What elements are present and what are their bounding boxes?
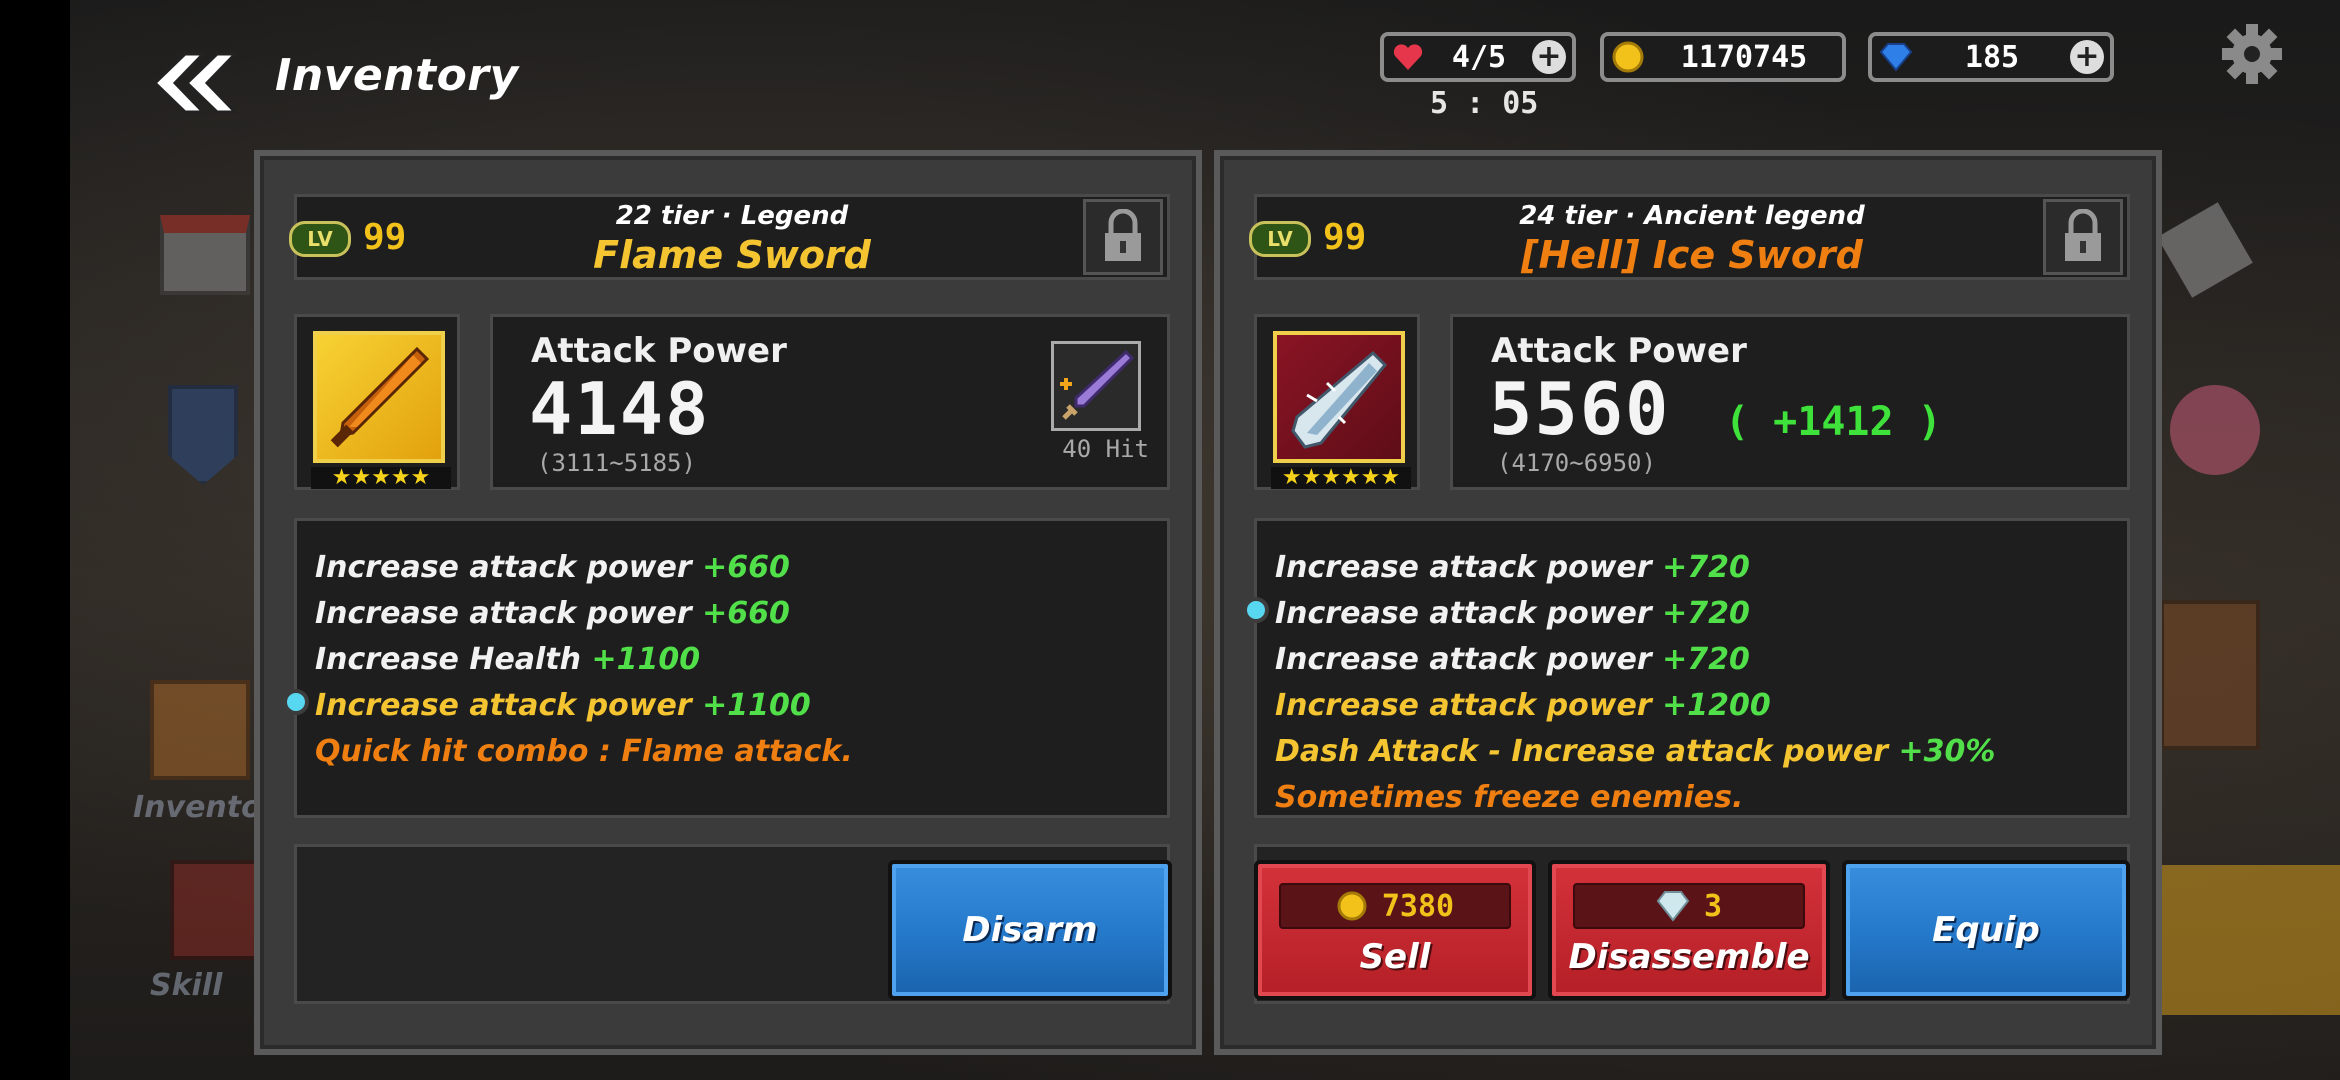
equipped-item-panel: LV 99 22 tier · Legend Flame Sword ★★★★★… (254, 150, 1202, 1055)
item-options: Increase attack power +660 Increase atta… (283, 518, 1170, 818)
item-name: [Hell] Ice Sword (1521, 233, 1863, 277)
sell-price: 7380 (1279, 883, 1511, 929)
attack-range: (4170~6950) (1497, 449, 1656, 477)
option-marker-icon (1243, 597, 1269, 623)
calendar-icon (160, 215, 250, 295)
item-tier: 24 tier · Ancient legend (1519, 201, 1865, 231)
option-line: Sometimes freeze enemies. (1275, 780, 1744, 815)
option-line: Increase attack power +720 (1275, 642, 1750, 677)
sword-skill-icon (1051, 341, 1141, 431)
option-line: Increase attack power +660 (315, 596, 790, 631)
gems-value: 185 (1964, 39, 2020, 75)
hearts-value: 4/5 (1451, 39, 1507, 75)
option-line: Increase attack power +1100 (315, 688, 811, 723)
gold-value: 1170745 (1680, 39, 1808, 75)
equip-button[interactable]: Equip (1842, 860, 2130, 1000)
add-hearts-button[interactable]: + (1532, 40, 1566, 74)
option-line: Increase attack power +720 (1275, 550, 1750, 585)
item-options: Increase attack power +720 Increase atta… (1243, 518, 2130, 818)
ice-sword-icon (1273, 331, 1405, 463)
lock-icon (1105, 209, 1141, 261)
option-line: Increase attack power +1200 (1275, 688, 1771, 723)
character-portrait (2170, 385, 2260, 475)
sell-price-value: 7380 (1381, 888, 1455, 924)
crystal-icon (1656, 891, 1690, 922)
item-icon-frame: ★★★★★★ (1254, 314, 1420, 490)
page-title: Inventory (275, 50, 519, 101)
lock-button[interactable] (1083, 199, 1163, 275)
compare-item-panel: LV 99 24 tier · Ancient legend [Hell] Ic… (1214, 150, 2162, 1055)
option-line: Quick hit combo : Flame attack. (315, 734, 853, 769)
equip-label: Equip (1932, 910, 2040, 950)
attack-stats: Attack Power 4148 (3111~5185) 40 Hit (490, 314, 1170, 490)
hearts-counter: 4/5 + (1380, 32, 1576, 82)
shop-chest-icon (2160, 600, 2260, 750)
lock-icon (2065, 209, 2101, 261)
attack-value: 5560 (1489, 367, 1671, 451)
chest-icon (150, 680, 250, 780)
heart-refill-timer: 5 : 05 (1430, 86, 1539, 121)
item-icon-frame: ★★★★★ (294, 314, 460, 490)
option-line: Increase Health +1100 (315, 642, 701, 677)
inventory-tab-label: Invento (133, 790, 262, 825)
option-marker-icon (283, 689, 309, 715)
option-line: Increase attack power +660 (315, 550, 790, 585)
item-stars: ★★★★★★ (1271, 467, 1411, 489)
attack-difference: ( +1412 ) (1725, 399, 1942, 445)
item-stars: ★★★★★ (311, 467, 451, 489)
lock-button[interactable] (2043, 199, 2123, 275)
add-gems-button[interactable]: + (2070, 40, 2104, 74)
item-tier: 22 tier · Legend (615, 201, 849, 231)
disassemble-button[interactable]: 3 Disassemble (1548, 860, 1830, 1000)
attack-label: Attack Power (531, 331, 787, 371)
disarm-button[interactable]: Disarm (888, 860, 1172, 1000)
sell-label: Sell (1359, 937, 1431, 977)
skill-tab-label: Skill (150, 968, 223, 1003)
gold-coin-icon (1610, 39, 1646, 75)
attack-label: Attack Power (1491, 331, 1747, 371)
disassemble-label: Disassemble (1568, 937, 1810, 977)
disarm-label: Disarm (962, 910, 1098, 950)
disassemble-count: 3 (1703, 888, 1723, 924)
attack-range: (3111~5185) (537, 449, 696, 477)
battle-button-partial (2160, 865, 2340, 1015)
back-button[interactable] (145, 48, 245, 118)
gear-icon (2222, 24, 2282, 84)
item-name: Flame Sword (593, 233, 871, 277)
attack-value: 4148 (529, 367, 711, 451)
gem-icon (1878, 39, 1914, 75)
settings-button[interactable] (2220, 22, 2284, 86)
back-arrow-icon (152, 52, 239, 114)
skill-hit-count: 40 Hit (1062, 435, 1149, 463)
item-header: LV 99 22 tier · Legend Flame Sword (289, 194, 1170, 280)
gold-coin-icon (1337, 891, 1367, 921)
option-line: Increase attack power +720 (1275, 596, 1750, 631)
heart-icon (1390, 39, 1426, 75)
gems-counter: 185 + (1868, 32, 2114, 82)
disassemble-yield: 3 (1573, 883, 1805, 929)
item-header: LV 99 24 tier · Ancient legend [Hell] Ic… (1249, 194, 2130, 280)
gold-counter: 1170745 (1600, 32, 1846, 82)
option-line: Dash Attack - Increase attack power +30% (1275, 734, 1996, 769)
flame-sword-icon (313, 331, 445, 463)
attack-stats: Attack Power 5560 ( +1412 ) (4170~6950) (1450, 314, 2130, 490)
sell-button[interactable]: 7380 Sell (1254, 860, 1536, 1000)
